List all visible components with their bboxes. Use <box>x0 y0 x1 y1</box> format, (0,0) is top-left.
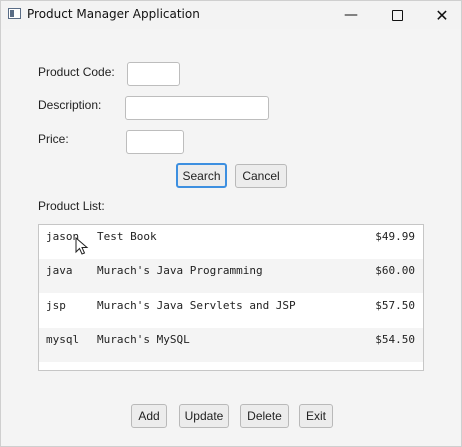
price-label: Price: <box>38 132 69 146</box>
minimize-button[interactable]: — <box>328 1 374 29</box>
title-bar: Product Manager Application — ✕ <box>1 1 461 29</box>
product-list[interactable]: jason Test Book $49.99 java Murach's Jav… <box>38 224 424 371</box>
product-price-cell: $49.99 <box>375 230 415 243</box>
maximize-button[interactable] <box>374 1 420 29</box>
delete-button[interactable]: Delete <box>240 404 289 428</box>
price-field[interactable] <box>126 130 184 154</box>
list-item[interactable]: java Murach's Java Programming $60.00 <box>39 259 423 293</box>
search-button[interactable]: Search <box>176 163 227 188</box>
description-label: Description: <box>38 98 102 112</box>
product-description-cell: Test Book <box>97 230 157 243</box>
description-field[interactable] <box>125 96 269 120</box>
add-button[interactable]: Add <box>131 404 167 428</box>
mouse-cursor-icon <box>75 237 89 255</box>
list-item[interactable]: jsp Murach's Java Servlets and JSP $57.5… <box>39 294 423 328</box>
product-code-cell: jsp <box>46 299 66 312</box>
list-item[interactable]: mysql Murach's MySQL $54.50 <box>39 328 423 362</box>
product-price-cell: $57.50 <box>375 299 415 312</box>
product-code-label: Product Code: <box>38 65 115 79</box>
list-item[interactable]: jason Test Book $49.99 <box>39 225 423 259</box>
cancel-button[interactable]: Cancel <box>235 164 287 188</box>
close-button[interactable]: ✕ <box>419 1 462 29</box>
app-icon <box>8 8 21 19</box>
product-description-cell: Murach's MySQL <box>97 333 190 346</box>
window-title: Product Manager Application <box>27 7 200 21</box>
exit-button[interactable]: Exit <box>299 404 333 428</box>
product-code-cell: mysql <box>46 333 80 346</box>
application-window: Product Manager Application — ✕ Product … <box>0 0 462 447</box>
product-list-label: Product List: <box>38 199 105 213</box>
product-price-cell: $60.00 <box>375 264 415 277</box>
product-price-cell: $54.50 <box>375 333 415 346</box>
product-code-field[interactable] <box>127 62 180 86</box>
product-description-cell: Murach's Java Servlets and JSP <box>97 299 296 312</box>
update-button[interactable]: Update <box>179 404 229 428</box>
product-description-cell: Murach's Java Programming <box>97 264 263 277</box>
product-code-cell: java <box>46 264 73 277</box>
maximize-icon <box>391 9 403 21</box>
